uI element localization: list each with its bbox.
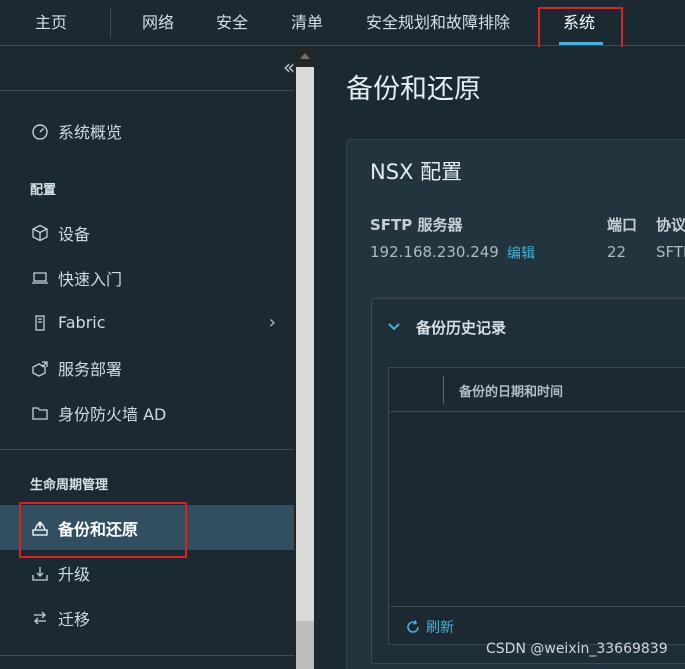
sidebar-item-appliances[interactable]: 设备 [0, 210, 294, 255]
scroll-up-arrow-icon[interactable] [300, 53, 310, 59]
card-title: NSX 配置 [370, 160, 463, 184]
sidebar-divider [0, 655, 294, 656]
nav-plan-troubleshoot[interactable]: 安全规划和故障排除 [366, 0, 510, 46]
sidebar-item-overview[interactable]: 系统概览 [0, 108, 294, 153]
backup-history-title[interactable]: 备份历史记录 [416, 317, 506, 338]
sidebar-collapse-row: « [0, 47, 295, 91]
cube-icon [30, 223, 50, 243]
section-config-heading: 配置 [30, 183, 57, 198]
column-header-datetime[interactable]: 备份的日期和时间 [459, 381, 563, 400]
refresh-button[interactable]: 刷新 [405, 617, 454, 637]
sidebar-scrollbar[interactable] [294, 47, 316, 669]
port-value: 22 [607, 243, 627, 261]
sidebar-item-label: 身份防火墙 AD [58, 404, 167, 424]
sidebar-item-identity-firewall-ad[interactable]: 身份防火墙 AD [0, 390, 294, 435]
edit-link[interactable]: 编辑 [507, 243, 535, 263]
sidebar-item-fabric[interactable]: Fabric › [0, 300, 294, 345]
sftp-server-label: SFTP 服务器 [370, 216, 463, 234]
protocol-value: SFTP [656, 243, 685, 261]
sidebar-item-label: Fabric [58, 313, 106, 332]
sidebar-item-migrate[interactable]: 迁移 [0, 595, 294, 640]
section-lifecycle-heading: 生命周期管理 [30, 478, 109, 493]
nsx-config-card: NSX 配置 SFTP 服务器 192.168.230.249 编辑 端口 22… [346, 139, 685, 669]
port-label: 端口 [607, 216, 638, 234]
page-title: 备份和还原 [346, 74, 481, 105]
sidebar-item-label: 系统概览 [58, 122, 123, 142]
nav-inventory[interactable]: 清单 [291, 0, 323, 46]
sidebar-item-upgrade[interactable]: 升级 [0, 550, 294, 595]
laptop-icon [30, 268, 50, 288]
main-content: 备份和还原 NSX 配置 SFTP 服务器 192.168.230.249 编辑… [316, 47, 685, 669]
backup-history-grid: 备份的日期和时间 刷新 [388, 367, 685, 645]
chevron-right-icon: › [268, 312, 276, 333]
sftp-server-value: 192.168.230.249 [370, 243, 499, 261]
nav-active-indicator [559, 42, 603, 45]
grid-footer: 刷新 [389, 606, 685, 646]
backup-disk-icon [30, 518, 50, 538]
chevron-down-icon[interactable] [386, 319, 402, 335]
sidebar-item-label: 快速入门 [58, 269, 123, 289]
sidebar-item-label: 设备 [58, 224, 91, 244]
folder-icon [30, 403, 50, 423]
nav-system[interactable]: 系统 [563, 0, 595, 46]
migrate-arrows-icon [30, 608, 50, 628]
sidebar-item-service-deployment[interactable]: 服务部署 [0, 345, 294, 390]
nav-network[interactable]: 网络 [142, 0, 174, 46]
nav-separator [110, 8, 111, 38]
deploy-box-icon [30, 358, 50, 378]
dashboard-gauge-icon [30, 121, 50, 141]
server-icon [30, 313, 50, 333]
nav-home[interactable]: 主页 [35, 0, 67, 46]
sidebar-item-quickstart[interactable]: 快速入门 [0, 255, 294, 300]
column-separator [443, 376, 444, 404]
upgrade-tray-icon [30, 563, 50, 583]
backup-history-panel: 备份历史记录 备份的日期和时间 刷新 [371, 298, 685, 664]
sidebar-item-label: 升级 [58, 564, 91, 584]
sidebar-divider [0, 449, 294, 450]
grid-header: 备份的日期和时间 [389, 368, 685, 412]
protocol-label: 协议 [656, 216, 685, 234]
sidebar-item-label: 服务部署 [58, 359, 123, 379]
watermark: CSDN @weixin_33669839 [486, 641, 668, 657]
sidebar-item-label: 迁移 [58, 609, 91, 629]
top-nav: 主页 网络 安全 清单 安全规划和故障排除 系统 [0, 0, 685, 46]
sidebar-item-label: 备份和还原 [58, 519, 139, 539]
refresh-icon [407, 620, 419, 633]
refresh-label: 刷新 [426, 620, 454, 636]
scrollbar-thumb[interactable] [296, 67, 314, 621]
nav-security[interactable]: 安全 [216, 0, 248, 46]
sidebar-item-backup-restore[interactable]: 备份和还原 [0, 505, 294, 550]
sidebar: « 系统概览 配置 设备 快速入门 Fabric › 服务部署 身份防火墙 AD… [0, 47, 295, 669]
